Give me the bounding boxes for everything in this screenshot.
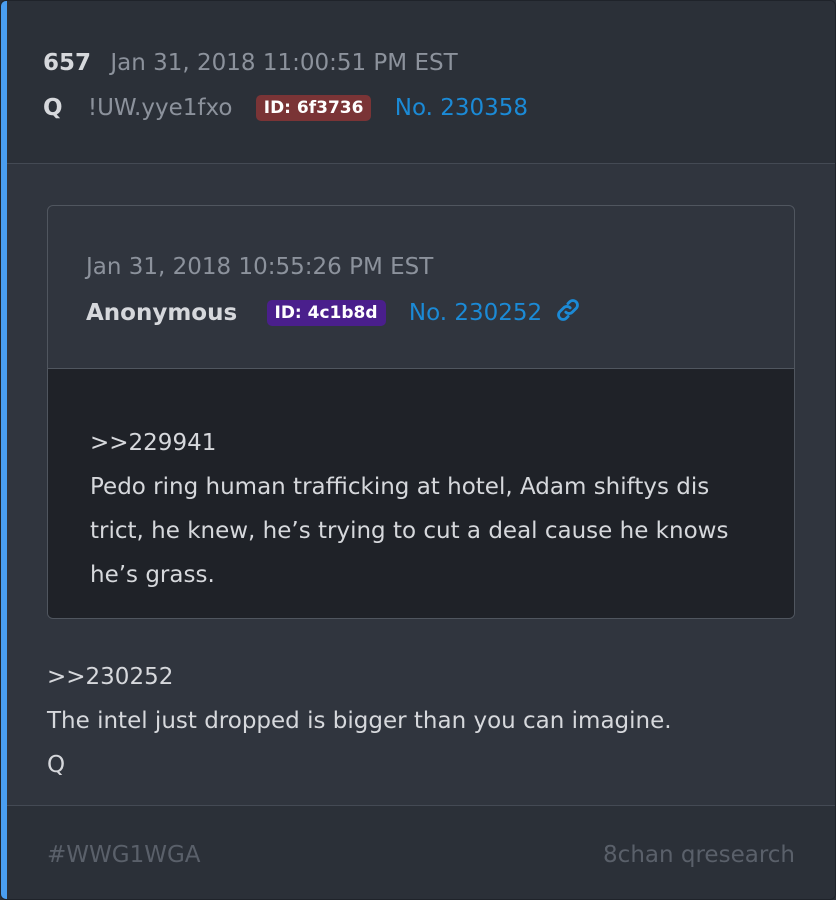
quoted-post-number-link[interactable]: No. 230252	[409, 300, 542, 326]
post-message: The intel just dropped is bigger than yo…	[47, 708, 672, 734]
quoted-id-badge[interactable]: ID: 4c1b8d	[266, 300, 386, 326]
post-number-link[interactable]: No. 230358	[395, 95, 528, 121]
quoted-post-body: >>229941 Pedo ring human trafficking at …	[48, 369, 794, 618]
post-body: >>230252 The intel just dropped is bigge…	[47, 655, 807, 787]
post-author-line: Q !UW.yye1fxo ID: 6f3736 No. 230358	[43, 93, 528, 123]
quoted-post-message: Pedo ring human trafficking at hotel, Ad…	[90, 474, 729, 588]
post-footer: #WWG1WGA 8chan qresearch	[7, 805, 835, 899]
post-signature: Q	[47, 752, 66, 778]
quoted-post-author-line: Anonymous ID: 4c1b8d No. 230252	[86, 297, 581, 326]
quoted-post-text: >>229941 Pedo ring human trafficking at …	[90, 421, 760, 597]
post-header: 657 Jan 31, 2018 11:00:51 PM EST Q !UW.y…	[7, 1, 835, 164]
hashtag: #WWG1WGA	[47, 842, 201, 868]
post-author: Q	[43, 95, 63, 121]
post-number: 657	[43, 50, 92, 76]
post-reference[interactable]: >>230252	[47, 655, 807, 699]
link-icon[interactable]	[555, 297, 581, 323]
tripcode: !UW.yye1fxo	[87, 95, 233, 121]
source-label: 8chan qresearch	[603, 842, 795, 868]
post-card: 657 Jan 31, 2018 11:00:51 PM EST Q !UW.y…	[0, 0, 836, 900]
quoted-post-date: Jan 31, 2018 10:55:26 PM EST	[86, 254, 434, 280]
quoted-post-header: Jan 31, 2018 10:55:26 PM EST Anonymous I…	[48, 206, 794, 369]
id-badge[interactable]: ID: 6f3736	[255, 95, 372, 121]
post-meta-line: 657 Jan 31, 2018 11:00:51 PM EST	[43, 48, 458, 78]
quoted-post-author: Anonymous	[86, 300, 238, 326]
post-date: Jan 31, 2018 11:00:51 PM EST	[110, 50, 458, 76]
quoted-post-reference[interactable]: >>229941	[90, 421, 760, 465]
quoted-post: Jan 31, 2018 10:55:26 PM EST Anonymous I…	[47, 205, 795, 619]
